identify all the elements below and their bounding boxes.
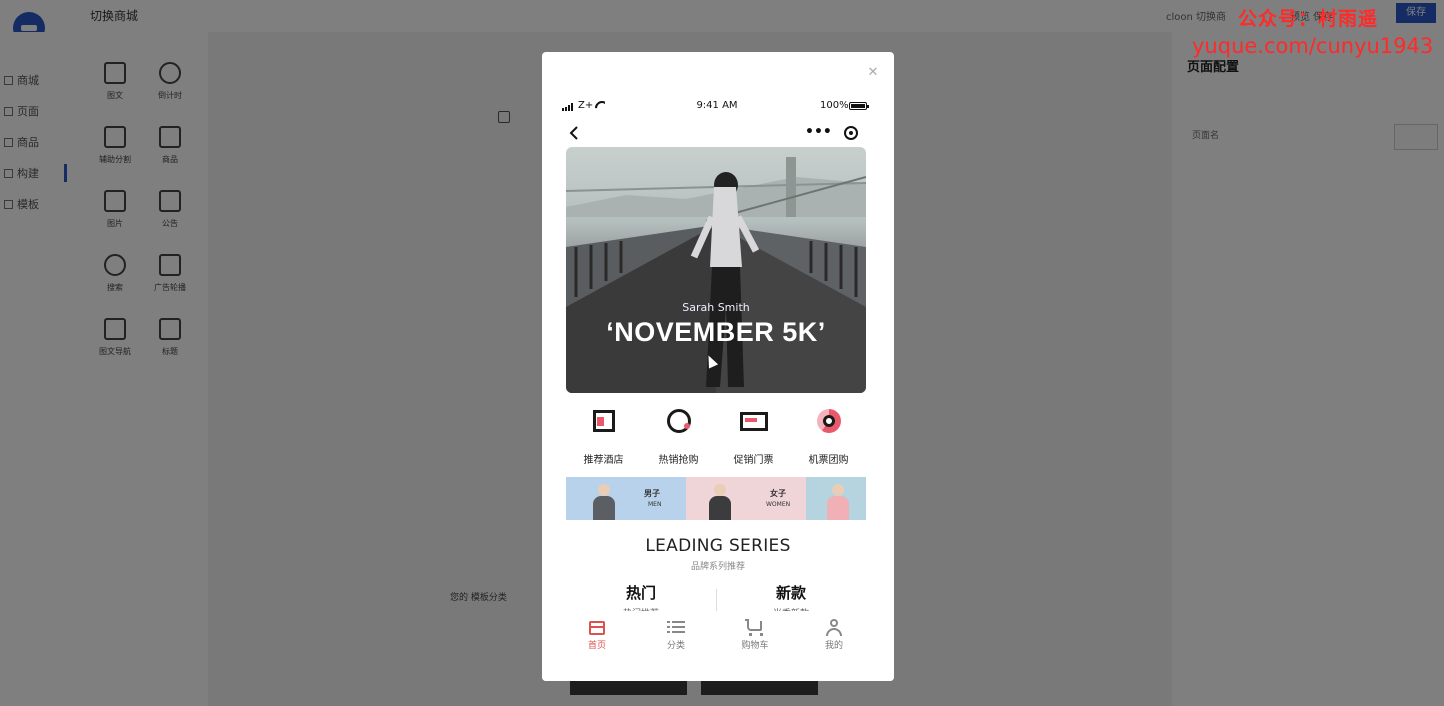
tab-label: 分类 xyxy=(666,641,685,651)
tab-home[interactable]: 首页 xyxy=(558,619,636,651)
close-icon[interactable]: ✕ xyxy=(866,66,880,80)
phone-status-bar: Z+ 9:41 AM 100% xyxy=(562,100,872,114)
quick-nav-hotel[interactable]: 推荐酒店 xyxy=(566,407,641,466)
promo-kids xyxy=(806,477,866,520)
tab-label: 购物车 xyxy=(741,641,769,651)
capsule-target-icon[interactable] xyxy=(844,126,858,140)
hero-banner-image xyxy=(566,157,866,393)
quick-nav-label: 促销门票 xyxy=(733,455,774,466)
column-new-title[interactable]: 新款 xyxy=(716,582,866,603)
promo-women-cn: 女子 xyxy=(770,489,786,498)
promo-model xyxy=(592,482,616,520)
tab-cart[interactable]: 购物车 xyxy=(716,619,794,651)
hotel-icon xyxy=(590,407,618,435)
quick-nav-label: 热销抢购 xyxy=(658,455,699,466)
battery-icon xyxy=(849,102,869,110)
list-icon xyxy=(667,619,685,636)
back-arrow-icon[interactable] xyxy=(568,126,580,140)
banner-author: Sarah Smith xyxy=(682,301,750,314)
promo-women: 女子 WOMEN xyxy=(686,477,806,520)
promo-model xyxy=(826,482,850,520)
battery-percent: 100% xyxy=(820,100,849,111)
watermark-url: yuque.com/cunyu1943 xyxy=(1192,34,1434,58)
quick-nav-label: 推荐酒店 xyxy=(583,455,624,466)
quick-nav: 推荐酒店 热销抢购 促销门票 机票团购 xyxy=(566,407,866,467)
quick-nav-ticket[interactable]: 促销门票 xyxy=(716,407,791,466)
watermark-account: 公众号：村雨遥 xyxy=(1238,8,1379,30)
tab-mine[interactable]: 我的 xyxy=(795,619,873,651)
promo-men-cn: 男子 xyxy=(644,489,660,498)
hot-sale-icon xyxy=(665,407,693,435)
promo-men: 男子 MEN xyxy=(566,477,686,520)
banner-title: ‘NOVEMBER 5K’ xyxy=(606,317,826,347)
tab-label: 我的 xyxy=(824,641,843,651)
quick-nav-label: 机票团购 xyxy=(808,455,849,466)
phone-navbar: ••• xyxy=(562,124,872,144)
hero-banner[interactable]: Sarah Smith ‘NOVEMBER 5K’ xyxy=(566,147,866,393)
quick-nav-hot-sale[interactable]: 热销抢购 xyxy=(641,407,716,466)
user-icon xyxy=(825,619,843,636)
cart-icon xyxy=(745,619,764,636)
tab-category[interactable]: 分类 xyxy=(637,619,715,651)
preview-modal: ✕ Z+ 9:41 AM 100% ••• Sarah Smith ‘NOVEM… xyxy=(542,52,894,681)
promo-women-en: WOMEN xyxy=(766,501,791,508)
quick-nav-flight[interactable]: 机票团购 xyxy=(791,407,866,466)
phone-tabbar: 首页 分类 购物车 我的 xyxy=(542,611,894,681)
series-subtitle: 品牌系列推荐 xyxy=(690,562,745,572)
column-hot-title[interactable]: 热门 xyxy=(566,582,716,603)
promo-model xyxy=(708,482,732,520)
series-title: LEADING SERIES xyxy=(645,536,791,556)
tab-label: 首页 xyxy=(587,641,606,651)
more-icon[interactable]: ••• xyxy=(805,125,832,141)
promo-strip[interactable]: 男子 MEN 女子 WOMEN xyxy=(566,477,866,520)
home-icon xyxy=(588,619,606,636)
flight-icon xyxy=(815,407,843,435)
ticket-icon xyxy=(739,407,768,435)
promo-men-en: MEN xyxy=(648,501,662,508)
